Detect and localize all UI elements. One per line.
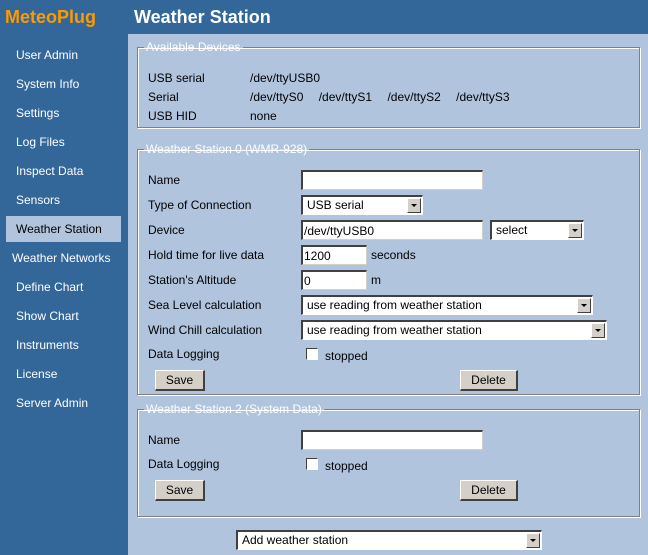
chevron-down-icon[interactable]	[591, 323, 605, 338]
connection-type-label: Type of Connection	[148, 198, 252, 212]
device-list: /dev/ttyS0 /dev/ttyS1 /dev/ttyS2 /dev/tt…	[250, 89, 522, 105]
device-path: none	[250, 109, 277, 123]
data-logging-checkbox[interactable]	[306, 348, 318, 360]
device-type-label: USB serial	[148, 71, 205, 85]
chevron-down-icon[interactable]	[407, 198, 421, 213]
name-label: Name	[148, 173, 181, 187]
sidebar-item-define-chart[interactable]: Define Chart	[0, 274, 128, 300]
hold-time-label: Hold time for live data	[148, 248, 265, 262]
available-devices-legend: Available Devices	[146, 40, 241, 54]
wind-chill-label: Wind Chill calculation	[148, 323, 263, 337]
hold-time-unit: seconds	[371, 248, 416, 262]
page-title: Weather Station	[134, 7, 271, 27]
connection-type-value: USB serial	[307, 198, 364, 212]
device-path: /dev/ttyS0	[250, 90, 304, 104]
device-path: /dev/ttyUSB0	[250, 71, 321, 85]
weather-station-0-legend: Weather Station 0 (WMR-928)	[146, 142, 308, 156]
sea-level-value: use reading from weather station	[307, 298, 482, 312]
device-list: none	[250, 108, 289, 124]
weather-station-2-panel: Weather Station 2 (System Data) Name Dat…	[137, 402, 640, 517]
name-label: Name	[148, 433, 181, 447]
sidebar-item-log-files[interactable]: Log Files	[0, 129, 128, 155]
chevron-down-icon[interactable]	[526, 533, 540, 548]
sidebar-item-inspect-data[interactable]: Inspect Data	[0, 158, 128, 184]
device-select[interactable]: select	[490, 220, 584, 240]
connection-type-select[interactable]: USB serial	[301, 195, 423, 215]
device-list: /dev/ttyUSB0	[250, 70, 332, 86]
sidebar-nav: User Admin System Info Settings Log File…	[0, 42, 128, 419]
device-type-label: USB HID	[148, 109, 197, 123]
altitude-label: Station's Altitude	[148, 273, 237, 287]
weather-station-2-legend: Weather Station 2 (System Data)	[146, 402, 322, 416]
main-content: Available Devices USB serial /dev/ttyUSB…	[128, 34, 648, 555]
device-path: /dev/ttyS3	[456, 90, 510, 104]
name-input[interactable]	[301, 430, 483, 450]
sidebar-item-show-chart[interactable]: Show Chart	[0, 303, 128, 329]
device-input[interactable]	[301, 220, 483, 240]
wind-chill-value: use reading from weather station	[307, 323, 482, 337]
chevron-down-icon[interactable]	[568, 223, 582, 238]
sea-level-label: Sea Level calculation	[148, 298, 262, 312]
available-devices-panel: Available Devices USB serial /dev/ttyUSB…	[137, 40, 640, 128]
device-select-value: select	[496, 223, 528, 237]
delete-button[interactable]: Delete	[460, 480, 518, 501]
hold-time-input[interactable]	[301, 245, 367, 265]
sea-level-select[interactable]: use reading from weather station	[301, 295, 593, 315]
altitude-unit: m	[371, 273, 381, 287]
sidebar-item-weather-networks[interactable]: Weather Networks	[0, 245, 128, 271]
sidebar-item-license[interactable]: License	[0, 361, 128, 387]
sidebar-item-settings[interactable]: Settings	[0, 100, 128, 126]
sidebar-item-weather-station[interactable]: Weather Station	[6, 216, 121, 242]
data-logging-status: stopped	[325, 349, 368, 363]
wind-chill-select[interactable]: use reading from weather station	[301, 320, 607, 340]
device-path: /dev/ttyS2	[387, 90, 441, 104]
weather-station-0-panel: Weather Station 0 (WMR-928) Name Type of…	[137, 142, 640, 395]
device-label: Device	[148, 223, 185, 237]
sidebar-item-instruments[interactable]: Instruments	[0, 332, 128, 358]
data-logging-status: stopped	[325, 459, 368, 473]
device-type-label: Serial	[148, 90, 179, 104]
data-logging-checkbox[interactable]	[306, 458, 318, 470]
data-logging-label: Data Logging	[148, 457, 220, 471]
save-button[interactable]: Save	[155, 370, 205, 391]
chevron-down-icon[interactable]	[577, 298, 591, 313]
add-weather-station-value: Add weather station	[242, 533, 349, 547]
delete-button[interactable]: Delete	[460, 370, 518, 391]
add-weather-station-select[interactable]: Add weather station	[236, 530, 542, 550]
sidebar-item-sensors[interactable]: Sensors	[0, 187, 128, 213]
sidebar-item-server-admin[interactable]: Server Admin	[0, 390, 128, 416]
sidebar-item-system-info[interactable]: System Info	[0, 71, 128, 97]
app-logo: MeteoPlug	[5, 7, 97, 27]
data-logging-label: Data Logging	[148, 347, 220, 361]
save-button[interactable]: Save	[155, 480, 205, 501]
device-path: /dev/ttyS1	[318, 90, 373, 104]
name-input[interactable]	[301, 170, 483, 190]
sidebar-item-user-admin[interactable]: User Admin	[0, 42, 128, 68]
altitude-input[interactable]	[301, 270, 367, 290]
